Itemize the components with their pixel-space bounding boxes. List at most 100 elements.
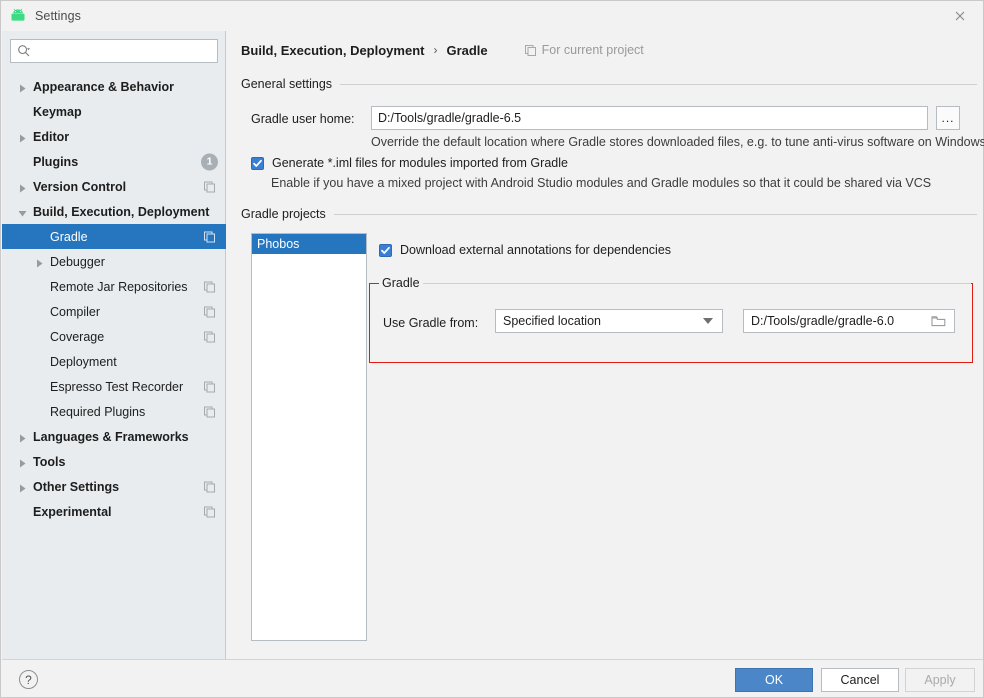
cancel-button[interactable]: Cancel — [821, 668, 899, 692]
search-input[interactable] — [34, 44, 204, 58]
chevron-right-icon[interactable] — [18, 432, 27, 441]
gradle-user-home-hint: Override the default location where Grad… — [371, 135, 984, 149]
sidebar-item-label: Languages & Frameworks — [33, 430, 189, 444]
sidebar-item-badge: 1 — [201, 153, 218, 170]
chevron-down-icon[interactable] — [18, 207, 27, 216]
project-scope-icon — [203, 330, 216, 343]
settings-sidebar: Appearance & Behavior Keymap Editor Plugins… — [2, 31, 226, 659]
sidebar-item-label: Keymap — [33, 105, 82, 119]
generate-iml-hint: Enable if you have a mixed project with … — [271, 176, 931, 190]
gradle-group-legend: Gradle — [379, 276, 423, 290]
chevron-right-icon[interactable] — [18, 457, 27, 466]
gradle-user-home-value: D:/Tools/gradle/gradle-6.5 — [378, 111, 521, 125]
gradle-user-home-browse-button[interactable]: ... — [936, 106, 960, 130]
sidebar-item-compiler[interactable]: Compiler — [2, 299, 226, 324]
sidebar-item-version-control[interactable]: Version Control — [2, 174, 226, 199]
close-icon[interactable] — [937, 1, 983, 31]
sidebar-item-espresso-test-recorder[interactable]: Espresso Test Recorder — [2, 374, 226, 399]
sidebar-item-label: Compiler — [50, 305, 100, 319]
list-item[interactable]: Phobos — [252, 234, 366, 254]
project-scope-icon — [203, 230, 216, 243]
generate-iml-label: Generate *.iml files for modules importe… — [272, 156, 568, 170]
general-settings-group-label: General settings — [241, 77, 332, 91]
sidebar-item-label: Debugger — [50, 255, 105, 269]
sidebar-item-deployment[interactable]: Deployment — [2, 349, 226, 374]
project-scope-icon — [524, 44, 537, 57]
project-scope-icon — [203, 405, 216, 418]
android-logo-icon — [9, 8, 27, 24]
title-bar: Settings — [1, 1, 983, 31]
sidebar-item-label: Plugins — [33, 155, 78, 169]
download-annotations-checkbox-row[interactable]: Download external annotations for depend… — [379, 243, 671, 257]
chevron-right-icon[interactable] — [35, 257, 44, 266]
sidebar-item-label: Editor — [33, 130, 69, 144]
breadcrumb-separator: › — [433, 43, 437, 57]
gradle-home-path-value: D:/Tools/gradle/gradle-6.0 — [751, 314, 894, 328]
close-glyph — [954, 10, 966, 22]
breadcrumb-current: Gradle — [446, 43, 487, 58]
sidebar-item-debugger[interactable]: Debugger — [2, 249, 226, 274]
sidebar-item-label: Coverage — [50, 330, 104, 344]
chevron-right-icon[interactable] — [18, 482, 27, 491]
sidebar-item-plugins[interactable]: Plugins 1 — [2, 149, 226, 174]
project-scope-icon — [203, 480, 216, 493]
ok-button[interactable]: OK — [735, 668, 813, 692]
gradle-projects-group-title: Gradle projects — [241, 207, 977, 221]
check-icon — [380, 245, 391, 256]
gradle-user-home-input[interactable]: D:/Tools/gradle/gradle-6.5 — [371, 106, 928, 130]
generate-iml-checkbox[interactable] — [251, 157, 264, 170]
gradle-projects-list[interactable]: Phobos — [251, 233, 367, 641]
help-button[interactable]: ? — [19, 670, 38, 689]
chevron-right-icon[interactable] — [18, 132, 27, 141]
sidebar-item-label: Remote Jar Repositories — [50, 280, 188, 294]
settings-dialog: Settings Appearance & Behavior Keymap Edit… — [0, 0, 984, 698]
project-scope-indicator: For current project — [524, 43, 644, 57]
sidebar-item-label: Experimental — [33, 505, 112, 519]
window-title: Settings — [35, 9, 81, 23]
use-gradle-from-label: Use Gradle from: — [383, 316, 478, 330]
sidebar-item-label: Version Control — [33, 180, 126, 194]
sidebar-item-languages-frameworks[interactable]: Languages & Frameworks — [2, 424, 226, 449]
sidebar-item-coverage[interactable]: Coverage — [2, 324, 226, 349]
chevron-right-icon[interactable] — [18, 82, 27, 91]
group-divider — [334, 214, 977, 215]
project-scope-icon — [203, 180, 216, 193]
sidebar-item-label: Tools — [33, 455, 65, 469]
apply-button: Apply — [905, 668, 975, 692]
sidebar-item-build-execution-deployment[interactable]: Build, Execution, Deployment — [2, 199, 226, 224]
sidebar-item-appearance-behavior[interactable]: Appearance & Behavior — [2, 74, 226, 99]
sidebar-item-gradle[interactable]: Gradle — [2, 224, 226, 249]
sidebar-item-label: Required Plugins — [50, 405, 145, 419]
download-annotations-checkbox[interactable] — [379, 244, 392, 257]
search-icon — [17, 44, 31, 58]
sidebar-item-remote-jar-repositories[interactable]: Remote Jar Repositories — [2, 274, 226, 299]
general-settings-group-title: General settings — [241, 77, 977, 91]
sidebar-item-label: Espresso Test Recorder — [50, 380, 183, 394]
sidebar-item-label: Gradle — [50, 230, 88, 244]
project-scope-icon — [203, 505, 216, 518]
generate-iml-checkbox-row[interactable]: Generate *.iml files for modules importe… — [251, 156, 568, 170]
settings-main-panel: Build, Execution, Deployment › Gradle Fo… — [227, 31, 983, 659]
search-field[interactable] — [10, 39, 218, 63]
gradle-home-path-input[interactable]: D:/Tools/gradle/gradle-6.0 — [743, 309, 955, 333]
breadcrumb-parent: Build, Execution, Deployment — [241, 43, 424, 58]
sidebar-item-experimental[interactable]: Experimental — [2, 499, 226, 524]
sidebar-item-required-plugins[interactable]: Required Plugins — [2, 399, 226, 424]
chevron-right-icon[interactable] — [18, 182, 27, 191]
chevron-down-icon — [703, 318, 713, 324]
group-divider — [340, 84, 977, 85]
sidebar-item-editor[interactable]: Editor — [2, 124, 226, 149]
sidebar-item-tools[interactable]: Tools — [2, 449, 226, 474]
project-scope-icon — [203, 280, 216, 293]
sidebar-item-label: Build, Execution, Deployment — [33, 205, 209, 219]
sidebar-item-keymap[interactable]: Keymap — [2, 99, 226, 124]
settings-tree: Appearance & Behavior Keymap Editor Plugins… — [2, 74, 226, 524]
folder-icon[interactable] — [931, 315, 946, 328]
gradle-group-divider — [413, 283, 971, 284]
sidebar-item-label: Other Settings — [33, 480, 119, 494]
gradle-projects-group-label: Gradle projects — [241, 207, 326, 221]
use-gradle-from-dropdown[interactable]: Specified location — [495, 309, 723, 333]
use-gradle-from-value: Specified location — [503, 314, 601, 328]
sidebar-item-label: Appearance & Behavior — [33, 80, 174, 94]
sidebar-item-other-settings[interactable]: Other Settings — [2, 474, 226, 499]
